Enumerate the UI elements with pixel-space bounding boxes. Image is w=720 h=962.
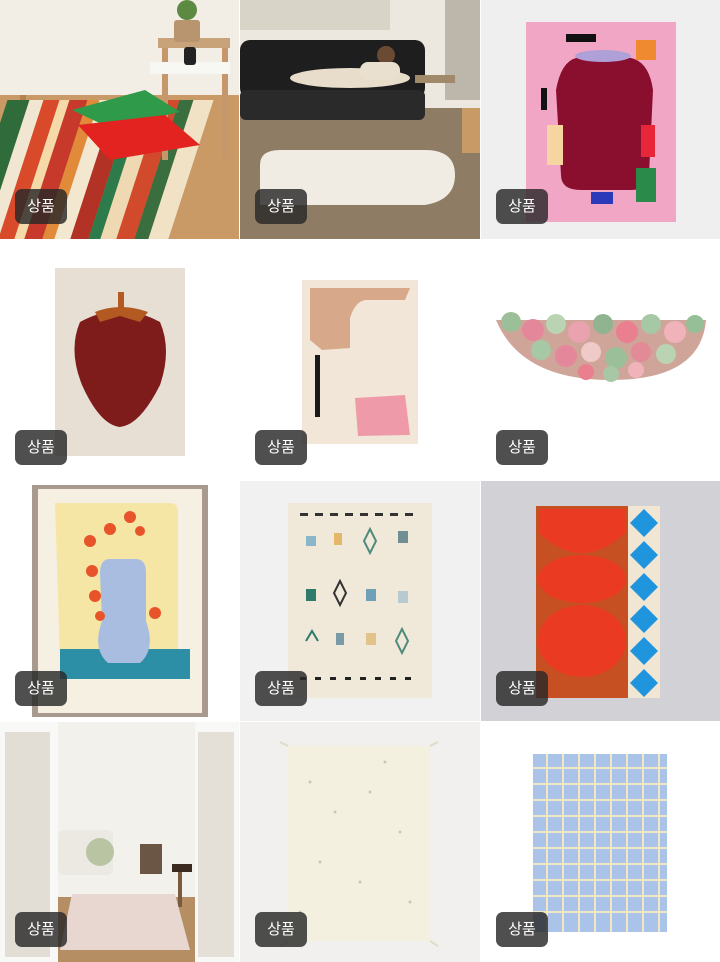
product-badge: 상품 [15,671,67,706]
product-tile[interactable]: 상품 [240,481,480,721]
product-badge: 상품 [15,430,67,465]
product-tile[interactable]: 상품 [240,240,480,480]
product-badge: 상품 [255,671,307,706]
product-badge: 상품 [496,912,548,947]
product-badge: 상품 [15,189,67,224]
product-tile[interactable]: 상품 [481,722,720,962]
product-tile[interactable]: 상품 [0,0,239,239]
product-image-grid: 상품 상품 상품 상품 상품 상품 상품 상품 상품 상품 상품 상품 [0,0,720,962]
product-tile[interactable]: 상품 [0,481,239,721]
product-badge: 상품 [496,430,548,465]
product-tile[interactable]: 상품 [0,722,239,962]
product-badge: 상품 [255,189,307,224]
product-tile[interactable]: 상품 [481,0,720,239]
product-badge: 상품 [15,912,67,947]
product-badge: 상품 [255,912,307,947]
product-tile[interactable]: 상품 [0,240,239,480]
product-badge: 상품 [496,671,548,706]
product-tile[interactable]: 상품 [481,240,720,480]
product-badge: 상품 [255,430,307,465]
product-badge: 상품 [496,189,548,224]
product-tile[interactable]: 상품 [240,0,480,239]
product-tile[interactable]: 상품 [481,481,720,721]
product-tile[interactable]: 상품 [240,722,480,962]
